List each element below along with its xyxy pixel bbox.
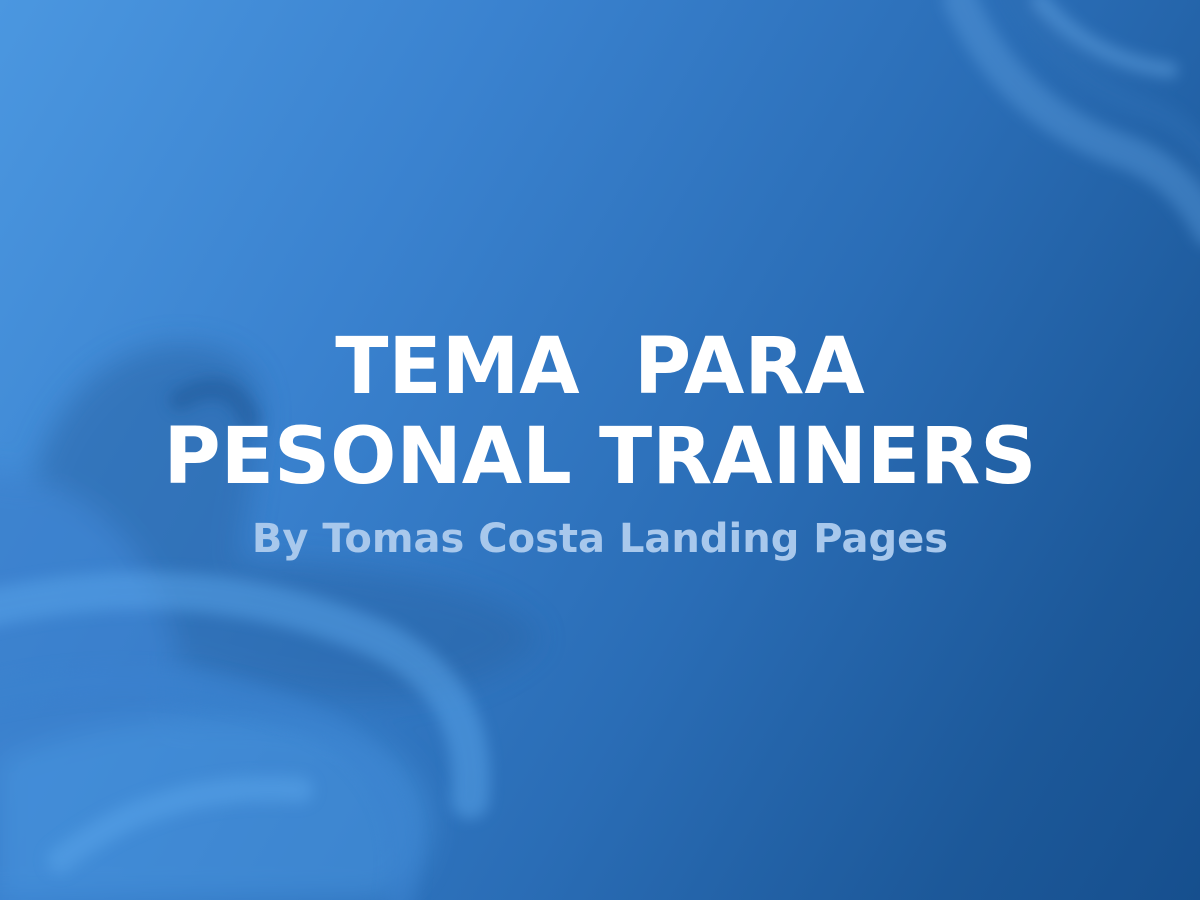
cover-banner: TEMA PARA PESONAL TRAINERS By Tomas Cost… [0, 0, 1200, 900]
hero-title-line-1: TEMA PARA [335, 322, 865, 412]
hero-subtitle: By Tomas Costa Landing Pages [251, 516, 949, 562]
hero-title-line-2: PESONAL TRAINERS [163, 412, 1037, 502]
hero-text: TEMA PARA PESONAL TRAINERS By Tomas Cost… [0, 322, 1200, 564]
